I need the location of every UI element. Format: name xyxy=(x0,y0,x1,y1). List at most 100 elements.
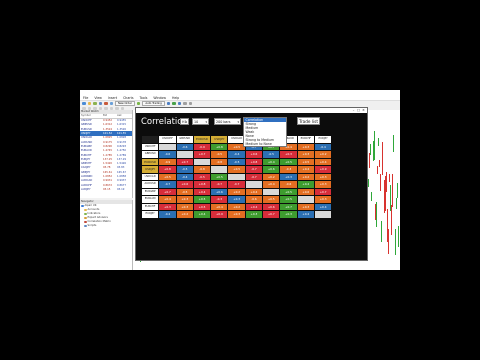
menu-item-charts[interactable]: Charts xyxy=(123,96,133,100)
correlation-cell[interactable]: +0.7 xyxy=(263,211,280,218)
menu-item-help[interactable]: Help xyxy=(172,96,179,100)
correlation-cell[interactable]: +0.5 xyxy=(159,173,176,180)
correlation-cell[interactable]: +0.4 xyxy=(263,158,280,165)
new-chart-icon[interactable] xyxy=(82,101,86,106)
correlation-cell[interactable]: +0.8 xyxy=(211,143,228,150)
row-header[interactable]: EURCHF xyxy=(142,203,159,210)
open-folder-icon[interactable] xyxy=(87,101,91,106)
bar-chart-icon[interactable] xyxy=(166,101,171,106)
correlation-cell[interactable]: +0.3 xyxy=(297,151,314,158)
auto-trading-button[interactable]: Auto Trading xyxy=(142,100,165,107)
navigator-item[interactable]: Scripts xyxy=(80,224,132,228)
correlation-cell[interactable]: +0.3 xyxy=(280,173,297,180)
correlation-cell[interactable] xyxy=(176,151,193,158)
correlation-cell[interactable]: +0.3 xyxy=(297,143,314,150)
candlestick-icon[interactable] xyxy=(172,101,176,106)
correlation-cell[interactable]: +0.7 xyxy=(280,203,297,210)
correlation-cell[interactable]: -0.5 xyxy=(211,151,228,158)
correlation-cell[interactable]: -0.9 xyxy=(193,143,211,150)
correlation-cell[interactable]: +0.9 xyxy=(314,166,332,173)
correlation-cell[interactable]: +0.6 xyxy=(176,181,193,188)
col-symbol[interactable]: Symbol xyxy=(80,114,103,118)
correlation-cell[interactable]: -0.5 xyxy=(263,151,280,158)
metaeditor-icon[interactable] xyxy=(136,101,141,106)
correlation-cell[interactable]: +0.5 xyxy=(280,188,297,195)
correlation-cell[interactable]: -0.5 xyxy=(193,173,211,180)
correlation-cell[interactable]: +0.8 xyxy=(245,158,263,165)
correlation-cell[interactable]: +0.4 xyxy=(263,181,280,188)
correlation-cell[interactable]: -0.8 xyxy=(193,166,211,173)
correlation-cell[interactable]: -0.7 xyxy=(245,173,263,180)
correlation-cell[interactable]: -0.7 xyxy=(245,166,263,173)
line-chart-icon[interactable] xyxy=(177,101,182,106)
correlation-cell[interactable]: +0.3 xyxy=(280,151,297,158)
correlation-cell[interactable]: -0.9 xyxy=(159,158,176,165)
correlation-cell[interactable]: -0.6 xyxy=(159,151,176,158)
correlation-cell[interactable]: +0.7 xyxy=(159,188,176,195)
correlation-cell[interactable] xyxy=(228,173,245,180)
period-select[interactable]: 10 ▾ xyxy=(192,118,209,125)
zoom-in-icon[interactable] xyxy=(183,101,187,106)
correlation-cell[interactable]: +0.5 xyxy=(297,158,314,165)
correlation-cell[interactable]: +0.4 xyxy=(314,203,332,210)
correlation-cell[interactable]: +0.2 xyxy=(228,188,245,195)
column-header[interactable]: EURJPY xyxy=(314,136,332,143)
filter-option[interactable]: Medium to None xyxy=(244,142,286,146)
filter-dropdown-menu[interactable]: Correlation Strong Medium Weak None Strong to… xyxy=(243,117,287,147)
menu-item-file[interactable]: File xyxy=(83,96,88,100)
correlation-cell[interactable]: +0.7 xyxy=(176,158,193,165)
correlation-cell[interactable]: -0.5 xyxy=(228,158,245,165)
correlation-cell[interactable]: +0.6 xyxy=(211,188,228,195)
correlation-cell[interactable]: +0.6 xyxy=(263,166,280,173)
row-header[interactable]: EURJPY xyxy=(142,211,159,218)
column-header[interactable]: GBPUSD xyxy=(176,136,193,143)
correlation-cell[interactable]: +0.3 xyxy=(228,211,245,218)
correlation-cell[interactable]: +0.3 xyxy=(176,196,193,203)
correlation-cell[interactable]: +0.8 xyxy=(159,166,176,173)
correlation-cell[interactable] xyxy=(263,188,280,195)
correlation-cell[interactable]: +0.4 xyxy=(159,196,176,203)
correlation-cell[interactable]: +0.2 xyxy=(263,173,280,180)
correlation-cell[interactable]: +0.7 xyxy=(193,151,211,158)
correlation-cell[interactable]: +0.3 xyxy=(314,173,332,180)
row-header[interactable]: AUDUSD xyxy=(142,181,159,188)
terminal-icon[interactable] xyxy=(109,101,113,106)
correlation-cell[interactable]: +0.5 xyxy=(193,203,211,210)
correlation-cell[interactable] xyxy=(159,143,176,150)
correlation-cell[interactable]: +0.3 xyxy=(314,196,332,203)
market-watch-row[interactable]: AUDJPY 93.15 93.19 xyxy=(80,187,132,191)
correlation-cell[interactable]: -0.7 xyxy=(228,181,245,188)
correlation-cell[interactable] xyxy=(314,211,332,218)
correlation-cell[interactable]: +0.4 xyxy=(193,188,211,195)
correlation-cell[interactable]: +0.2 xyxy=(314,151,332,158)
correlation-cell[interactable]: +0.7 xyxy=(314,188,332,195)
correlation-cell[interactable]: +0.4 xyxy=(314,158,332,165)
column-header[interactable]: USDJPY xyxy=(211,136,228,143)
column-header[interactable]: EURCHF xyxy=(297,136,314,143)
correlation-cell[interactable]: -0.8 xyxy=(211,158,228,165)
menu-item-insert[interactable]: Insert xyxy=(108,96,117,100)
correlation-cell[interactable]: -0.4 xyxy=(159,211,176,218)
correlation-cell[interactable]: -0.3 xyxy=(211,196,228,203)
correlation-cell[interactable] xyxy=(193,158,211,165)
correlation-cell[interactable]: +0.2 xyxy=(176,211,193,218)
correlation-cell[interactable]: +0.5 xyxy=(263,196,280,203)
row-header[interactable]: USDCHF xyxy=(142,143,159,150)
trade-list-button[interactable]: Trade list xyxy=(297,117,320,125)
correlation-cell[interactable]: -0.7 xyxy=(159,181,176,188)
correlation-cell[interactable]: -0.4 xyxy=(314,143,332,150)
correlation-cell[interactable]: +0.6 xyxy=(263,203,280,210)
correlation-cell[interactable]: +0.4 xyxy=(193,211,211,218)
correlation-cell[interactable] xyxy=(245,181,263,188)
correlation-cell[interactable]: +0.5 xyxy=(280,196,297,203)
correlation-cell[interactable] xyxy=(297,196,314,203)
correlation-cell[interactable]: -0.3 xyxy=(280,166,297,173)
row-header[interactable]: EURGBP xyxy=(142,188,159,195)
market-watch-icon[interactable] xyxy=(98,101,102,106)
correlation-cell[interactable]: -0.5 xyxy=(176,166,193,173)
col-bid[interactable]: Bid xyxy=(103,114,117,118)
correlation-cell[interactable]: +0.3 xyxy=(280,211,297,218)
correlation-cell[interactable]: +0.3 xyxy=(228,196,245,203)
correlation-cell[interactable]: +0.9 xyxy=(211,211,228,218)
correlation-cell[interactable]: -0.4 xyxy=(176,173,193,180)
